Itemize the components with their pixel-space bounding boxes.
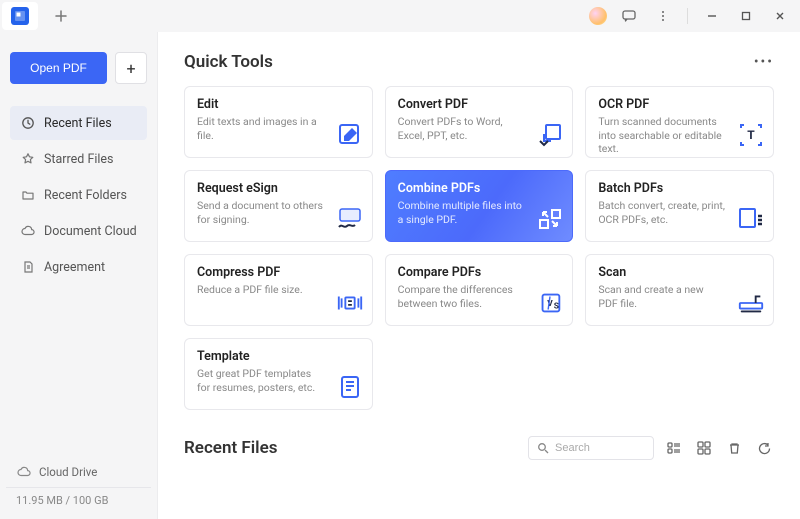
clock-icon xyxy=(20,116,35,131)
view-list-button[interactable] xyxy=(664,438,684,458)
sidebar-nav: Recent Files Starred Files Recent Folder… xyxy=(10,106,147,284)
divider xyxy=(6,487,151,488)
titlebar xyxy=(0,0,800,32)
quick-tools-header: Quick Tools ••• xyxy=(184,52,774,72)
tool-title: Compare PDFs xyxy=(398,265,561,280)
window-minimize-button[interactable] xyxy=(700,4,724,28)
view-grid-button[interactable] xyxy=(694,438,714,458)
open-pdf-button[interactable]: Open PDF xyxy=(10,52,107,84)
app-logo-icon xyxy=(11,7,29,25)
cloud-drive-button[interactable]: Cloud Drive xyxy=(10,461,147,485)
new-tab-button[interactable] xyxy=(46,2,76,30)
folder-icon xyxy=(20,188,35,203)
quick-tools-more-button[interactable]: ••• xyxy=(754,54,774,70)
star-icon xyxy=(20,152,35,167)
compare-icon: VS xyxy=(536,289,564,317)
avatar-icon[interactable] xyxy=(589,7,607,25)
storage-text: 11.95 MB / 100 GB xyxy=(10,494,147,511)
tool-compare-pdfs[interactable]: Compare PDFs Compare the differences bet… xyxy=(385,254,574,326)
tool-edit[interactable]: Edit Edit texts and images in a file. xyxy=(184,86,373,158)
convert-icon xyxy=(536,121,564,149)
window-close-button[interactable] xyxy=(768,4,792,28)
titlebar-separator xyxy=(687,8,688,24)
sidebar-bottom: Cloud Drive 11.95 MB / 100 GB xyxy=(10,461,147,511)
quick-tools-title: Quick Tools xyxy=(184,52,273,72)
tool-title: Request eSign xyxy=(197,181,360,196)
search-icon xyxy=(537,442,549,454)
tool-scan[interactable]: Scan Scan and create a new PDF file. xyxy=(585,254,774,326)
sidebar-item-label: Recent Files xyxy=(44,116,112,131)
titlebar-right xyxy=(589,4,792,28)
recent-files-header: Recent Files xyxy=(184,436,774,460)
scan-icon xyxy=(737,289,765,317)
chat-icon[interactable] xyxy=(617,4,641,28)
svg-text:S: S xyxy=(554,302,559,312)
app-logo-tab[interactable] xyxy=(2,2,38,30)
more-icon: ••• xyxy=(754,54,774,70)
tool-template[interactable]: Template Get great PDF templates for res… xyxy=(184,338,373,410)
tool-title: Template xyxy=(197,349,360,364)
cloud-drive-label: Cloud Drive xyxy=(39,465,97,479)
kebab-menu-icon[interactable] xyxy=(651,4,675,28)
tool-title: Compress PDF xyxy=(197,265,360,280)
create-button[interactable]: + xyxy=(115,52,147,84)
tool-combine-pdfs[interactable]: Combine PDFs Combine multiple files into… xyxy=(385,170,574,242)
tool-compress-pdf[interactable]: Compress PDF Reduce a PDF file size. xyxy=(184,254,373,326)
document-icon xyxy=(20,260,35,275)
tool-title: OCR PDF xyxy=(598,97,761,112)
template-icon xyxy=(336,373,364,401)
tool-convert-pdf[interactable]: Convert PDF Convert PDFs to Word, Excel,… xyxy=(385,86,574,158)
layout: Open PDF + Recent Files Starred Files xyxy=(0,32,800,519)
plus-icon: + xyxy=(126,59,135,78)
esign-icon xyxy=(336,205,364,233)
ocr-icon: T xyxy=(737,121,765,149)
recent-files-title: Recent Files xyxy=(184,438,277,458)
sidebar-item-recent-files[interactable]: Recent Files xyxy=(10,106,147,140)
delete-button[interactable] xyxy=(724,438,744,458)
sidebar-item-label: Recent Folders xyxy=(44,188,127,203)
combine-icon xyxy=(536,205,564,233)
search-box[interactable] xyxy=(528,436,654,460)
sidebar-item-label: Agreement xyxy=(44,260,105,275)
tool-batch-pdfs[interactable]: Batch PDFs Batch convert, create, print,… xyxy=(585,170,774,242)
tool-request-esign[interactable]: Request eSign Send a document to others … xyxy=(184,170,373,242)
cloud-icon xyxy=(20,224,35,239)
svg-text:T: T xyxy=(747,128,755,142)
tool-title: Edit xyxy=(197,97,360,112)
sidebar-item-starred-files[interactable]: Starred Files xyxy=(10,142,147,176)
refresh-button[interactable] xyxy=(754,438,774,458)
sidebar-item-agreement[interactable]: Agreement xyxy=(10,250,147,284)
tool-ocr-pdf[interactable]: OCR PDF Turn scanned documents into sear… xyxy=(585,86,774,158)
sidebar-item-document-cloud[interactable]: Document Cloud xyxy=(10,214,147,248)
batch-icon xyxy=(737,205,765,233)
main-content: Quick Tools ••• Edit Edit texts and imag… xyxy=(158,32,800,519)
recent-files-toolbar xyxy=(528,436,774,460)
compress-icon xyxy=(336,289,364,317)
sidebar-item-label: Document Cloud xyxy=(44,224,137,239)
search-input[interactable] xyxy=(555,442,645,454)
sidebar-item-label: Starred Files xyxy=(44,152,114,167)
tool-title: Batch PDFs xyxy=(598,181,761,196)
window-maximize-button[interactable] xyxy=(734,4,758,28)
titlebar-left xyxy=(0,0,76,32)
tool-title: Combine PDFs xyxy=(398,181,561,196)
tool-title: Convert PDF xyxy=(398,97,561,112)
cloud-icon xyxy=(16,465,31,479)
sidebar: Open PDF + Recent Files Starred Files xyxy=(0,32,158,519)
edit-icon xyxy=(336,121,364,149)
open-row: Open PDF + xyxy=(10,52,147,84)
tool-title: Scan xyxy=(598,265,761,280)
tool-grid: Edit Edit texts and images in a file. Co… xyxy=(184,86,774,410)
sidebar-item-recent-folders[interactable]: Recent Folders xyxy=(10,178,147,212)
